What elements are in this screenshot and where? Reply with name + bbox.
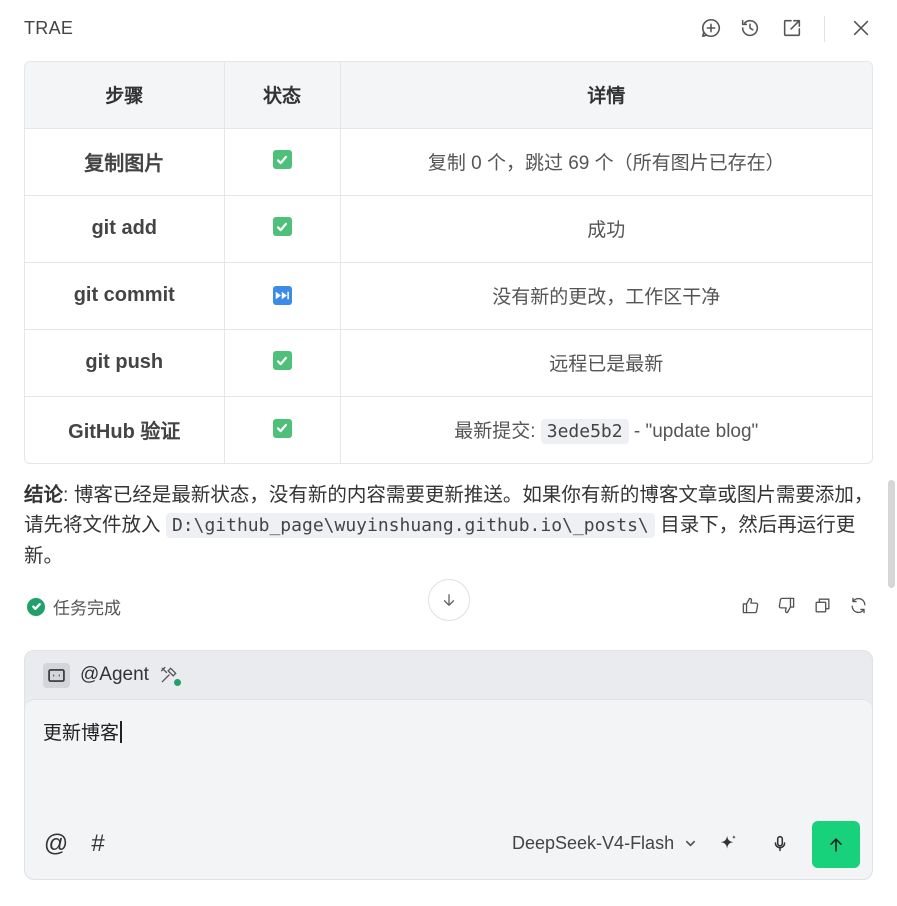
close-button[interactable] bbox=[847, 14, 875, 42]
chat-composer: @Agent 更新博客 @ # DeepSeek-V4-Flash bbox=[24, 650, 873, 880]
agent-label[interactable]: @Agent bbox=[80, 664, 149, 686]
sparkle-icon bbox=[720, 835, 736, 849]
task-status: 任务完成 bbox=[27, 594, 121, 619]
context-button[interactable]: # bbox=[84, 830, 112, 858]
tools-button[interactable] bbox=[159, 665, 181, 686]
send-button[interactable] bbox=[812, 821, 860, 868]
step-cell: GitHub 验证 bbox=[25, 396, 225, 463]
table-row: git push 远程已是最新 bbox=[25, 329, 872, 397]
thumbs-down-button[interactable] bbox=[774, 593, 798, 617]
check-icon bbox=[272, 418, 292, 438]
history-icon bbox=[741, 19, 759, 37]
chevron-down-icon bbox=[686, 840, 696, 847]
model-selector[interactable]: DeepSeek-V4-Flash bbox=[512, 833, 697, 854]
header-status: 状态 bbox=[224, 62, 341, 129]
thumbs-up-icon bbox=[742, 597, 758, 613]
regenerate-button[interactable] bbox=[846, 593, 870, 617]
voice-input-button[interactable] bbox=[767, 831, 793, 857]
detail-cell: 最新提交: 3ede5b2 - "update blog" bbox=[340, 396, 872, 463]
agent-bar: @Agent bbox=[25, 651, 872, 699]
copy-button[interactable] bbox=[810, 593, 834, 617]
app-title: TRAE bbox=[24, 18, 74, 38]
copy-icon bbox=[814, 597, 830, 613]
detail-cell: 复制 0 个，跳过 69 个（所有图片已存在） bbox=[340, 128, 872, 196]
detail-cell: 远程已是最新 bbox=[340, 329, 872, 397]
check-icon bbox=[272, 217, 292, 237]
status-cell bbox=[224, 396, 341, 463]
header-step: 步骤 bbox=[25, 62, 225, 129]
commit-hash: 3ede5b2 bbox=[540, 419, 629, 445]
status-label: 任务完成 bbox=[53, 599, 121, 618]
detail-cell: 没有新的更改，工作区干净 bbox=[340, 262, 872, 330]
conclusion-label: 结论 bbox=[24, 484, 64, 506]
model-name: DeepSeek-V4-Flash bbox=[512, 833, 675, 853]
mention-button[interactable]: @ bbox=[42, 830, 70, 858]
thumbs-down-icon bbox=[778, 597, 794, 613]
result-table: 步骤 状态 详情 复制图片 复制 0 个，跳过 69 个（所有图片已存在） gi… bbox=[24, 61, 873, 464]
text-caret bbox=[120, 721, 122, 743]
step-cell: git commit bbox=[25, 262, 225, 330]
open-external-button[interactable] bbox=[778, 14, 806, 42]
header: TRAE bbox=[0, 0, 897, 58]
check-icon bbox=[272, 150, 292, 170]
table-row: 复制图片 复制 0 个，跳过 69 个（所有图片已存在） bbox=[25, 128, 872, 196]
scroll-down-button[interactable] bbox=[428, 579, 470, 621]
input-text-line: 更新博客 bbox=[43, 718, 122, 745]
new-chat-icon bbox=[701, 18, 720, 38]
open-external-icon bbox=[783, 19, 801, 37]
status-cell bbox=[224, 329, 341, 397]
input-value: 更新博客 bbox=[43, 723, 120, 744]
posts-path: D:\github_page\wuyinshuang.github.io\_po… bbox=[165, 513, 655, 538]
enhance-prompt-button[interactable] bbox=[715, 831, 741, 857]
header-detail: 详情 bbox=[340, 62, 872, 129]
check-circle-icon bbox=[27, 597, 45, 616]
table-row: git commit 没有新的更改，工作区干净 bbox=[25, 262, 872, 330]
fast-forward-icon bbox=[272, 285, 292, 305]
status-cell bbox=[224, 195, 341, 263]
message-input[interactable]: 更新博客 @ # DeepSeek-V4-Flash bbox=[25, 699, 872, 879]
conclusion-text: 结论: 博客已经是最新状态，没有新的内容需要更新推送。如果你有新的博客文章或图片… bbox=[24, 480, 874, 571]
thumbs-up-button[interactable] bbox=[738, 593, 762, 617]
status-cell bbox=[224, 262, 341, 330]
detail-prefix: 最新提交: bbox=[454, 421, 536, 443]
microphone-icon bbox=[774, 835, 786, 852]
header-divider bbox=[824, 16, 825, 42]
arrow-down-icon bbox=[443, 594, 455, 606]
agent-icon[interactable] bbox=[43, 662, 70, 688]
table-row: GitHub 验证 最新提交: 3ede5b2 - "update blog" bbox=[25, 396, 872, 463]
table-row: git add 成功 bbox=[25, 195, 872, 263]
status-cell bbox=[224, 128, 341, 196]
refresh-icon bbox=[850, 597, 866, 613]
step-cell: git add bbox=[25, 195, 225, 263]
table-header-row: 步骤 状态 详情 bbox=[25, 62, 872, 129]
close-icon bbox=[853, 20, 869, 36]
step-cell: 复制图片 bbox=[25, 128, 225, 196]
scrollbar[interactable] bbox=[888, 480, 895, 588]
step-cell: git push bbox=[25, 329, 225, 397]
check-icon bbox=[272, 351, 292, 371]
tools-status-dot bbox=[173, 679, 181, 686]
arrow-up-icon bbox=[830, 837, 842, 852]
detail-suffix: - "update blog" bbox=[633, 421, 759, 443]
history-button[interactable] bbox=[736, 14, 764, 42]
detail-cell: 成功 bbox=[340, 195, 872, 263]
new-chat-button[interactable] bbox=[697, 14, 725, 42]
